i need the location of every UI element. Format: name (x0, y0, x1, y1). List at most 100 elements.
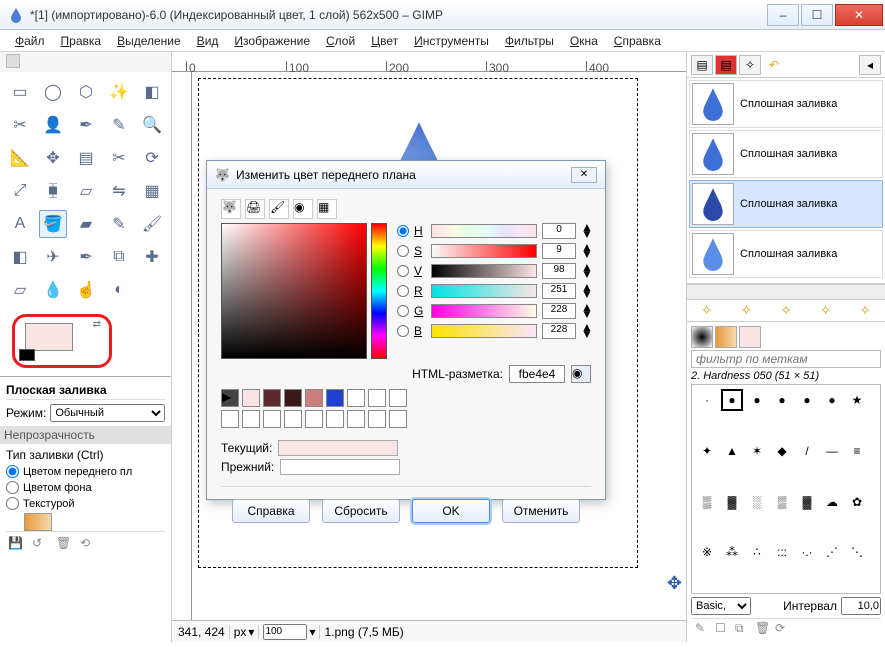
picker-mode-palette-icon[interactable]: ▦ (317, 199, 337, 219)
channel-S-spinner[interactable]: ▲▼ (581, 244, 591, 258)
color-history-swatch[interactable] (389, 389, 407, 407)
tool-measure[interactable]: 📐 (6, 144, 34, 172)
mode-select[interactable]: Обычный (50, 404, 165, 422)
channel-R-value[interactable]: 251 (542, 283, 576, 299)
brush-cell[interactable]: ::: (771, 541, 793, 563)
brush-cell[interactable]: ⋰ (821, 541, 843, 563)
channel-G-value[interactable]: 228 (542, 303, 576, 319)
patterns-tab[interactable] (715, 326, 737, 348)
close-button[interactable]: ✕ (835, 4, 883, 26)
brush-cell[interactable]: ● (821, 389, 843, 411)
tool-perspective-clone[interactable]: ▱ (6, 276, 34, 304)
layers-tab[interactable]: ▤ (691, 55, 713, 75)
brush-del-icon[interactable]: 🗑 (755, 621, 769, 635)
tool-cage[interactable]: ▦ (138, 177, 166, 205)
tool-paintbrush[interactable]: 🖌 (138, 210, 166, 238)
color-history-swatch[interactable] (347, 410, 365, 428)
foreground-color-swatch[interactable] (25, 323, 73, 351)
tool-heal[interactable]: ✚ (138, 243, 166, 271)
brush-cell[interactable]: ▒ (696, 491, 718, 513)
brush-refresh-icon[interactable]: ⟳ (775, 621, 789, 635)
color-history-swatch[interactable] (242, 410, 260, 428)
brush-cell[interactable]: ✿ (846, 491, 868, 513)
channel-B-value[interactable]: 228 (542, 323, 576, 339)
brush-cell[interactable]: ▒ (771, 491, 793, 513)
minimize-button[interactable]: – (767, 4, 799, 26)
dock-menu-icon[interactable]: ◂ (859, 55, 881, 75)
color-history-swatch[interactable] (263, 389, 281, 407)
tool-fuzzy-select[interactable]: ✨ (105, 78, 133, 106)
channel-H-value[interactable]: 0 (542, 223, 576, 239)
menu-Правка[interactable]: Правка (56, 32, 107, 50)
brush-cell[interactable]: ✦ (696, 440, 718, 462)
canvas-navigate-icon[interactable]: ✥ (667, 573, 682, 594)
layer-dup-icon[interactable]: ✧ (820, 302, 832, 319)
brush-cell[interactable]: ◆ (771, 440, 793, 462)
brush-cell[interactable]: — (821, 440, 843, 462)
restore-preset-icon[interactable]: ↺ (32, 536, 48, 552)
layer-up-icon[interactable]: ✧ (741, 302, 753, 319)
brush-cell[interactable]: ░ (746, 491, 768, 513)
brushes-tab[interactable] (691, 326, 713, 348)
brush-cell[interactable]: ● (721, 389, 743, 411)
menu-Фильтры[interactable]: Фильтры (500, 32, 559, 50)
undo-history-tab[interactable]: ↶ (763, 55, 785, 75)
brush-cell[interactable]: ● (771, 389, 793, 411)
tool-perspective[interactable]: ▱ (72, 177, 100, 205)
paths-tab[interactable]: ✧ (739, 55, 761, 75)
tool-clone[interactable]: ⧉ (105, 243, 133, 271)
channel-B-radio[interactable] (397, 325, 409, 337)
channel-S-value[interactable]: 9 (542, 243, 576, 259)
channels-tab[interactable]: ▤ (715, 55, 737, 75)
ok-button[interactable]: OK (412, 499, 490, 523)
brush-cell[interactable]: ☁ (821, 491, 843, 513)
brush-cell[interactable]: ▓ (721, 491, 743, 513)
menu-Цвет[interactable]: Цвет (366, 32, 403, 50)
reset-preset-icon[interactable]: ⟲ (80, 536, 96, 552)
channel-G-spinner[interactable]: ▲▼ (581, 304, 591, 318)
channel-G-slider[interactable] (431, 304, 537, 318)
tool-align[interactable]: ▤ (72, 144, 100, 172)
brush-cell[interactable]: ·.· (796, 541, 818, 563)
brush-edit-icon[interactable]: ✎ (695, 621, 709, 635)
color-history-swatch[interactable] (221, 410, 239, 428)
tool-blur[interactable]: 💧 (39, 276, 67, 304)
color-history-swatch[interactable] (284, 389, 302, 407)
picker-mode-water-icon[interactable]: 🖌 (269, 199, 289, 219)
brush-cell[interactable]: ▲ (721, 440, 743, 462)
brush-filter-input[interactable] (691, 350, 881, 368)
tool-fg-select[interactable]: 👤 (39, 111, 67, 139)
brush-cell[interactable]: ⋱ (846, 541, 868, 563)
menu-Файл[interactable]: Файл (10, 32, 50, 50)
brush-cell[interactable]: ● (796, 389, 818, 411)
layer-new-icon[interactable]: ✧ (701, 302, 713, 319)
tool-dodge[interactable]: ◐ (105, 276, 133, 304)
channel-R-slider[interactable] (431, 284, 537, 298)
tool-scissors[interactable]: ✂ (6, 111, 34, 139)
color-history-swatch[interactable] (305, 389, 323, 407)
dialog-close-button[interactable]: ✕ (571, 167, 597, 183)
menu-Вид[interactable]: Вид (192, 32, 224, 50)
channel-H-slider[interactable] (431, 224, 537, 238)
brush-cell[interactable]: / (796, 440, 818, 462)
tool-blend[interactable]: ▰ (72, 210, 100, 238)
channel-V-value[interactable]: 98 (542, 263, 576, 279)
channel-B-spinner[interactable]: ▲▼ (581, 324, 591, 338)
brush-cell[interactable]: ★ (846, 389, 868, 411)
maximize-button[interactable]: ☐ (801, 4, 833, 26)
tool-pencil[interactable]: ✎ (105, 210, 133, 238)
hue-slider[interactable] (371, 223, 387, 359)
channel-R-radio[interactable] (397, 285, 409, 297)
channel-S-slider[interactable] (431, 244, 537, 258)
fg-bg-color-selector[interactable]: ⇄ (12, 314, 112, 368)
brush-cell[interactable]: ⁂ (721, 541, 743, 563)
tool-free-select[interactable]: ⬡ (72, 78, 100, 106)
color-gradient-area[interactable] (221, 223, 367, 359)
tool-scale[interactable]: ⤢ (6, 177, 34, 205)
color-history-swatch[interactable] (368, 389, 386, 407)
channel-B-slider[interactable] (431, 324, 537, 338)
toolbox-tab[interactable] (6, 54, 20, 68)
color-history-swatch[interactable] (389, 410, 407, 428)
picker-mode-wheel-icon[interactable]: ◉ (293, 199, 313, 219)
tool-smudge[interactable]: ☝ (72, 276, 100, 304)
